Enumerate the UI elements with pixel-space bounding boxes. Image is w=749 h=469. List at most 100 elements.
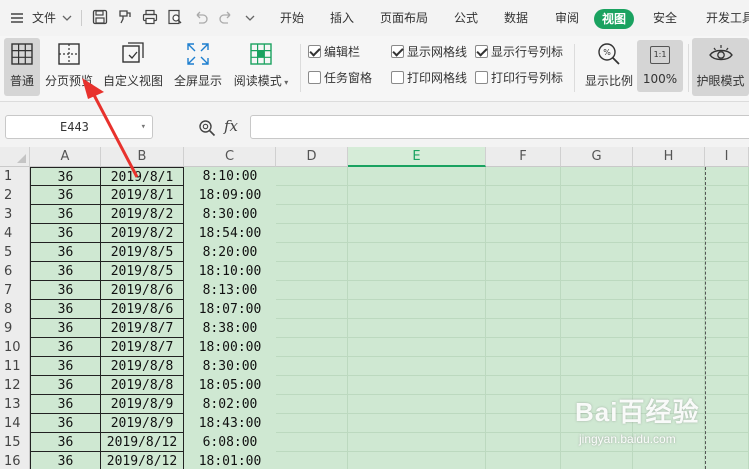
cell-a[interactable]: 36 (30, 452, 101, 469)
cell-b[interactable]: 2019/8/12 (101, 433, 184, 452)
tab-data[interactable]: 数据 (504, 0, 528, 36)
cell-a[interactable]: 36 (30, 433, 101, 452)
tab-page-layout[interactable]: 页面布局 (380, 0, 428, 36)
row-header[interactable]: 8 (0, 300, 30, 320)
cell-b[interactable]: 2019/8/1 (101, 186, 184, 205)
row-header[interactable]: 4 (0, 224, 30, 244)
tab-security[interactable]: 安全 (653, 0, 677, 36)
row-header[interactable]: 1 (0, 167, 30, 187)
fullscreen-button[interactable]: 全屏显示 (170, 38, 226, 96)
print-icon[interactable] (142, 9, 158, 25)
tab-formulas[interactable]: 公式 (454, 0, 478, 36)
cell-c[interactable]: 8:30:00 (184, 205, 276, 224)
cell-b[interactable]: 2019/8/2 (101, 205, 184, 224)
cell-a[interactable]: 36 (30, 357, 101, 376)
tab-home[interactable]: 开始 (280, 0, 304, 36)
cell-c[interactable]: 6:08:00 (184, 433, 276, 452)
tab-insert[interactable]: 插入 (330, 0, 354, 36)
tab-view[interactable]: 视图 (594, 9, 635, 29)
cell-a[interactable]: 36 (30, 281, 101, 300)
redo-icon[interactable] (218, 9, 234, 25)
print-preview-icon[interactable] (167, 9, 183, 25)
cell-c[interactable]: 18:10:00 (184, 262, 276, 281)
cell-c[interactable]: 18:54:00 (184, 224, 276, 243)
cell-b[interactable]: 2019/8/9 (101, 395, 184, 414)
print-headings-checkbox[interactable]: 打印行号列标 (475, 70, 563, 86)
row-header[interactable]: 14 (0, 414, 30, 434)
cell-b[interactable]: 2019/8/2 (101, 224, 184, 243)
cell-a[interactable]: 36 (30, 376, 101, 395)
zoom-ratio-button[interactable]: % 显示比例 (582, 38, 636, 96)
show-gridlines-checkbox[interactable]: 显示网格线 (391, 44, 467, 60)
column-header-i[interactable]: I (705, 147, 749, 167)
formula-bar-checkbox[interactable]: 编辑栏 (308, 44, 360, 60)
tab-developer[interactable]: 开发工具 (706, 0, 749, 36)
cell-a[interactable]: 36 (30, 414, 101, 433)
save-icon[interactable] (92, 9, 108, 25)
tab-review[interactable]: 审阅 (555, 0, 579, 36)
cell-a[interactable]: 36 (30, 167, 101, 186)
cell-c[interactable]: 18:00:00 (184, 338, 276, 357)
row-header[interactable]: 3 (0, 205, 30, 225)
show-headings-checkbox[interactable]: 显示行号列标 (475, 44, 563, 60)
reading-mode-button[interactable]: 阅读模式 ▾ (230, 38, 292, 96)
row-header[interactable]: 2 (0, 186, 30, 206)
column-header-g[interactable]: G (561, 147, 633, 167)
row-header[interactable]: 7 (0, 281, 30, 301)
cell-b[interactable]: 2019/8/9 (101, 414, 184, 433)
cell-c[interactable]: 8:20:00 (184, 243, 276, 262)
print-gridlines-checkbox[interactable]: 打印网格线 (391, 70, 467, 86)
hamburger-menu-icon[interactable] (10, 11, 24, 25)
cell-b[interactable]: 2019/8/6 (101, 300, 184, 319)
column-header-d[interactable]: D (276, 147, 348, 167)
find-function-icon[interactable] (198, 119, 216, 137)
task-pane-checkbox[interactable]: 任务窗格 (308, 70, 372, 86)
column-header-c[interactable]: C (184, 147, 276, 167)
name-box[interactable]: E443 ▾ (5, 115, 153, 139)
file-menu[interactable]: 文件 (32, 0, 56, 36)
formula-input[interactable] (250, 115, 749, 139)
cell-c[interactable]: 18:09:00 (184, 186, 276, 205)
column-header-h[interactable]: H (633, 147, 705, 167)
row-header[interactable]: 16 (0, 452, 30, 469)
row-header[interactable]: 13 (0, 395, 30, 415)
cell-b[interactable]: 2019/8/7 (101, 338, 184, 357)
row-header[interactable]: 5 (0, 243, 30, 263)
cell-a[interactable]: 36 (30, 224, 101, 243)
name-box-dropdown-icon[interactable]: ▾ (141, 116, 146, 138)
cell-b[interactable]: 2019/8/8 (101, 357, 184, 376)
cell-c[interactable]: 18:01:00 (184, 452, 276, 469)
row-header[interactable]: 9 (0, 319, 30, 339)
column-header-f[interactable]: F (486, 147, 561, 167)
cell-b[interactable]: 2019/8/7 (101, 319, 184, 338)
zoom-100-button[interactable]: 1:1 100% (637, 40, 683, 92)
column-header-e[interactable]: E (348, 147, 486, 167)
cell-a[interactable]: 36 (30, 186, 101, 205)
cell-c[interactable]: 18:07:00 (184, 300, 276, 319)
column-header-a[interactable]: A (30, 147, 101, 167)
row-header[interactable]: 6 (0, 262, 30, 282)
row-header[interactable]: 15 (0, 433, 30, 453)
eye-protection-button[interactable]: 护眼模式 (692, 38, 749, 96)
row-header[interactable]: 12 (0, 376, 30, 396)
cell-c[interactable]: 8:38:00 (184, 319, 276, 338)
select-all-corner[interactable] (0, 147, 30, 167)
cell-a[interactable]: 36 (30, 338, 101, 357)
row-header[interactable]: 10 (0, 338, 30, 358)
cell-b[interactable]: 2019/8/8 (101, 376, 184, 395)
cell-c[interactable]: 8:02:00 (184, 395, 276, 414)
row-header[interactable]: 11 (0, 357, 30, 377)
cell-c[interactable]: 8:13:00 (184, 281, 276, 300)
cell-a[interactable]: 36 (30, 300, 101, 319)
cell-c[interactable]: 18:05:00 (184, 376, 276, 395)
normal-view-button[interactable]: 普通 (4, 38, 40, 96)
cell-a[interactable]: 36 (30, 205, 101, 224)
cell-c[interactable]: 18:43:00 (184, 414, 276, 433)
format-painter-icon[interactable] (117, 9, 133, 25)
quick-access-more-icon[interactable] (244, 13, 256, 23)
custom-view-button[interactable]: 自定义视图 (101, 38, 165, 96)
cell-b[interactable]: 2019/8/12 (101, 452, 184, 469)
cell-b[interactable]: 2019/8/5 (101, 243, 184, 262)
page-break-preview-button[interactable]: 分页预览 (42, 38, 96, 96)
cell-a[interactable]: 36 (30, 319, 101, 338)
